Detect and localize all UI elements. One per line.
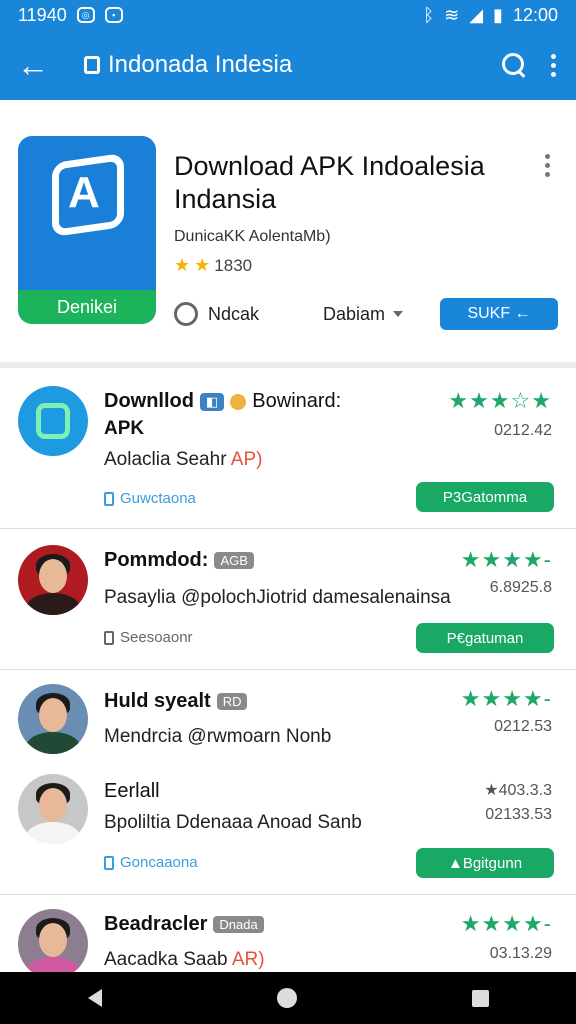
item-description: Mendrcia @rwmoarn Nonb (104, 726, 332, 747)
item-title: Eerlall (104, 780, 160, 802)
item-meta: Seesoaonr (104, 629, 193, 646)
item-title: Pommdod: AGB (104, 549, 254, 572)
hero-title: Download APK Indoalesia Indansia (174, 151, 485, 214)
chat-icon[interactable] (174, 302, 198, 326)
download-badge[interactable]: Denikei (18, 290, 156, 324)
nav-home-icon[interactable] (276, 988, 297, 1008)
chat-label[interactable]: Ndcak (208, 304, 259, 325)
item-action-button[interactable]: ▲Bgitgunn (416, 848, 554, 878)
search-icon[interactable] (500, 51, 528, 79)
item-meta: Goncaaona (104, 854, 198, 871)
more-vert-icon[interactable] (548, 53, 558, 77)
item-meta: Guwctaona (104, 490, 196, 507)
item-title: Downllod ◧ Bowinard: (104, 390, 341, 413)
nav-back-icon[interactable] (87, 989, 102, 1007)
status-time-right: 12:00 (512, 4, 558, 25)
item-title: Beadracler Dnada (104, 913, 264, 936)
item-tag: AGB (214, 552, 254, 569)
rating-number: 0212.53 (494, 718, 552, 735)
document-icon (104, 630, 114, 645)
item-action-button[interactable]: P3Gatomma (416, 482, 554, 512)
rating-number: 6.8925.8 (489, 579, 552, 596)
rating-number: 02133.53 (485, 806, 552, 823)
chevron-down-icon (393, 311, 404, 317)
star-icon: ★ (174, 255, 191, 275)
hero-actions: Ndcak Dabiam SUKF ← (174, 298, 558, 330)
verified-icon: ◧ (199, 392, 225, 411)
avatar (18, 909, 88, 979)
item-tag: RD (216, 693, 248, 710)
status-time-left: 11940 (18, 4, 67, 25)
hero-rating-value: 1830 (214, 255, 253, 275)
rating-stars: ★★★★- (460, 686, 552, 711)
status-bar: 11940 ◎ ▪ ᛒ ≋ ◢ ▮ 12:00 (0, 0, 576, 30)
avatar (18, 545, 88, 615)
app-bar-actions (500, 51, 576, 79)
message-icon: ▪ (104, 7, 123, 23)
hero-more-icon[interactable] (542, 154, 552, 177)
list-item[interactable]: Pommdod: AGB Pasaylia @polochJiotrid dam… (0, 529, 576, 669)
item-action-button[interactable]: P€gatuman (416, 623, 554, 653)
avatar (18, 774, 88, 844)
nav-recent-icon[interactable] (471, 989, 489, 1007)
signal-icon: ◢ (469, 4, 484, 25)
app-bar-title: Indonada Indesia (84, 51, 292, 79)
category-dropdown[interactable]: Dabiam (323, 303, 404, 325)
status-right: ᛒ ≋ ◢ ▮ 12:00 (423, 5, 558, 26)
badge-icon (230, 393, 247, 410)
item-description: Pasaylia @polochJiotrid damesalenainsa (104, 587, 451, 608)
notification-icon: ◎ (76, 7, 95, 23)
lock-icon (84, 56, 100, 74)
item-title: Huld syealt RD (104, 690, 248, 713)
app-logo: A Denikei (18, 136, 156, 324)
item-description: Aacadka Saab AR) (104, 949, 265, 970)
item-title-extra: Bowinard: (252, 390, 342, 412)
rating-number: ★403.3.3 (484, 782, 552, 799)
system-nav-bar (0, 972, 576, 1024)
wifi-icon: ≋ (444, 4, 460, 25)
app-bar: ← Indonada Indesia (0, 30, 576, 100)
avatar (18, 684, 88, 754)
document-logo-icon: A (52, 152, 124, 238)
list-item[interactable]: Huld syealt RD Mendrcia @rwmoarn Nonb ★★… (0, 670, 576, 894)
hero-rating: ★ ★ 1830 (174, 255, 252, 276)
rating-number: 0212.42 (494, 422, 552, 439)
item-description: Aolaclia Seahr AP) (104, 449, 263, 470)
rating-stars: ★★★★- (460, 547, 552, 572)
bluetooth-icon: ᛒ (423, 4, 435, 25)
list-item[interactable]: Downllod ◧ Bowinard: APK Aolaclia Seahr … (0, 368, 576, 528)
hero-action-button[interactable]: SUKF ← (440, 298, 558, 330)
app-icon (18, 386, 88, 456)
hero-card: A Denikei Download APK Indoalesia Indans… (0, 100, 576, 362)
document-icon (104, 491, 114, 506)
rating-stars: ★★★★- (460, 911, 552, 936)
item-description: Bpoliltia Ddenaaa Anoad Sanb (104, 812, 362, 833)
battery-icon: ▮ (493, 4, 503, 25)
dropdown-label: Dabiam (323, 303, 386, 324)
item-title-line2: APK (104, 418, 145, 439)
item-title-text: Downllod (104, 390, 194, 412)
hero-subtitle: DunicaKK AolentaMb) (174, 228, 331, 245)
back-arrow-icon[interactable]: ← (0, 30, 66, 100)
star-icon: ★ (194, 255, 211, 275)
rating-stars: ★★★☆★ (448, 388, 552, 413)
item-tag: Dnada (213, 916, 264, 933)
rating-number: 03.13.29 (489, 945, 552, 962)
document-icon (104, 855, 114, 870)
app-bar-title-text: Indonada Indesia (108, 51, 293, 78)
list-item[interactable]: Beadracler Dnada Aacadka Saab AR) ★★★★- … (0, 895, 576, 979)
app-list: Downllod ◧ Bowinard: APK Aolaclia Seahr … (0, 368, 576, 979)
status-left: 11940 ◎ ▪ (18, 5, 123, 26)
